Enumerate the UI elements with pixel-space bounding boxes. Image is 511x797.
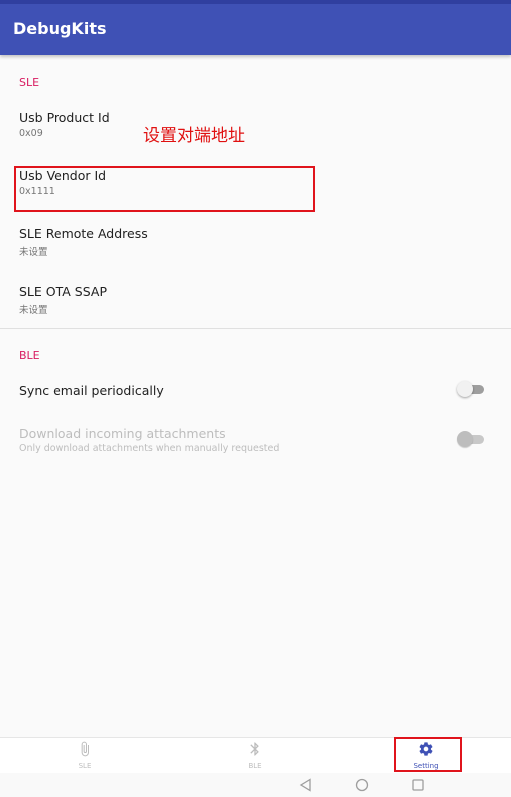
annotation-label: 设置对端地址 (143, 126, 245, 146)
pref-title: SLE Remote Address (19, 226, 148, 241)
switch-thumb (457, 381, 473, 397)
back-icon[interactable] (299, 778, 312, 792)
pref-summary: 0x09 (19, 128, 43, 139)
bluetooth-icon (250, 742, 259, 756)
nav-label: SLE (78, 762, 92, 770)
app-title: DebugKits (13, 19, 107, 38)
paperclip-icon (81, 741, 89, 757)
settings-list[interactable]: SLE Usb Product Id 0x09 Usb Vendor Id 0x… (0, 55, 511, 737)
section-header-sle: SLE (19, 76, 40, 89)
home-icon[interactable] (355, 778, 369, 792)
pref-title: Sync email periodically (19, 383, 164, 398)
pref-summary: 未设置 (19, 305, 48, 316)
annotation-highlight-box (394, 737, 462, 772)
pref-title: Usb Product Id (19, 110, 110, 125)
nav-tab-ble[interactable]: BLE (170, 738, 340, 774)
switch-thumb (457, 431, 473, 447)
system-nav-bar (0, 773, 511, 797)
section-header-ble: BLE (19, 349, 40, 362)
recents-icon[interactable] (411, 778, 425, 792)
section-divider (0, 328, 511, 329)
download-attachments-switch (457, 431, 485, 447)
pref-title: Download incoming attachments (19, 426, 226, 441)
pref-title: SLE OTA SSAP (19, 284, 107, 299)
app-bar: DebugKits (0, 0, 511, 55)
pref-summary: Only download attachments when manually … (19, 443, 280, 454)
pref-summary: 未设置 (19, 247, 48, 258)
sync-email-switch[interactable] (457, 381, 485, 397)
nav-label: BLE (248, 762, 262, 770)
annotation-highlight-box (14, 166, 315, 212)
nav-tab-sle[interactable]: SLE (0, 738, 170, 774)
